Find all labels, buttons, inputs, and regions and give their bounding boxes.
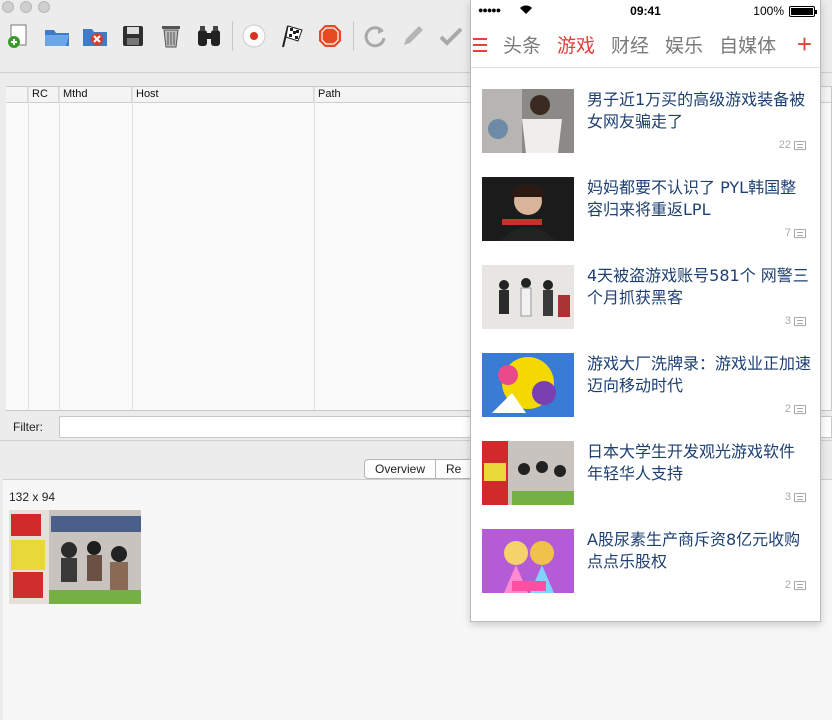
comment-count: 22 (779, 139, 806, 151)
news-title: 男子近1万买的高级游戏装备被女网友骗走了 (587, 90, 806, 131)
open-button[interactable] (42, 21, 72, 51)
minimize-window-button[interactable] (20, 1, 32, 13)
filter-label: Filter: (13, 420, 43, 434)
comment-count: 7 (785, 227, 806, 239)
list-item[interactable]: 日本大学生开发观光游戏软件 年轻华人支持 3 (471, 421, 820, 509)
comment-icon (794, 316, 806, 326)
status-bar: ●●●●● 09:41 100% (471, 0, 820, 22)
news-thumbnail (482, 89, 574, 153)
record-button[interactable] (239, 21, 269, 51)
menu-icon[interactable] (471, 34, 491, 56)
column-header-host[interactable]: Host (132, 87, 314, 102)
battery-percent: 100% (753, 4, 784, 18)
delete-button[interactable] (80, 21, 110, 51)
news-thumbnail (482, 529, 574, 593)
comment-count-value: 3 (784, 491, 791, 503)
channel-tabs: 头条 游戏 财经 娱乐 自媒体 (503, 22, 790, 67)
delete-icon (83, 29, 107, 46)
news-title: 游戏大厂洗牌录：游戏业正加速迈向移动时代 (587, 354, 812, 395)
comment-count: 3 (785, 315, 806, 327)
stop-button[interactable] (315, 21, 345, 51)
news-feed: 男子近1万买的高级游戏装备被女网友骗走了 22 妈妈都要不认识了 PYL韩国整容… (471, 69, 820, 597)
list-item[interactable]: 妈妈都要不认识了 PYL韩国整容归来将重返LPL 7 (471, 157, 820, 245)
window-controls (2, 1, 50, 13)
column-divider (28, 87, 29, 410)
comment-count-value: 7 (784, 227, 791, 239)
comment-icon (794, 140, 806, 150)
trash-button[interactable] (156, 21, 186, 51)
toolbar-separator (232, 21, 233, 51)
save-icon (123, 26, 143, 46)
column-header-rc[interactable]: RC (28, 87, 59, 102)
list-item[interactable]: 4天被盗游戏账号581个 网警三个月抓获黑客 3 (471, 245, 820, 333)
zoom-window-button[interactable] (38, 1, 50, 13)
news-thumbnail (482, 265, 574, 329)
refresh-button[interactable] (360, 21, 390, 51)
news-thumbnail (482, 353, 574, 417)
tab-headlines[interactable]: 头条 (503, 31, 541, 58)
list-item[interactable]: A股尿素生产商斥资8亿元收购点点乐股权 2 (471, 509, 820, 597)
news-title: 日本大学生开发观光游戏软件 年轻华人支持 (587, 442, 796, 483)
column-divider (314, 87, 315, 410)
phone-screen: ●●●●● 09:41 100% 头条 游戏 财经 娱乐 自媒体 + 男子近1万… (470, 0, 821, 622)
save-button[interactable] (118, 21, 148, 51)
column-divider (59, 87, 60, 410)
tab-games[interactable]: 游戏 (557, 31, 595, 58)
list-item[interactable]: 游戏大厂洗牌录：游戏业正加速迈向移动时代 2 (471, 333, 820, 421)
comment-count-value: 2 (784, 403, 791, 415)
comment-count: 2 (785, 579, 806, 591)
column-header-method[interactable]: Mthd (59, 87, 132, 102)
tab-request[interactable]: Re (435, 459, 472, 479)
breakpoint-button[interactable] (277, 21, 307, 51)
comment-icon (794, 580, 806, 590)
comment-count: 3 (785, 491, 806, 503)
comment-count-value: 2 (784, 579, 791, 591)
checkmark-icon (439, 27, 463, 46)
news-thumbnail (482, 177, 574, 241)
add-icon (8, 24, 27, 48)
column-divider (132, 87, 133, 410)
tab-overview[interactable]: Overview (364, 459, 436, 479)
preview-image (9, 510, 141, 604)
column-header-path[interactable]: Path (314, 87, 474, 102)
comment-icon (794, 492, 806, 502)
battery-icon (789, 6, 817, 17)
pencil-icon (404, 26, 423, 45)
tab-finance[interactable]: 财经 (611, 31, 649, 58)
comment-count-value: 3 (784, 315, 791, 327)
news-title: A股尿素生产商斥资8亿元收购点点乐股权 (587, 530, 801, 571)
checkered-flag-icon (282, 25, 303, 48)
refresh-icon (364, 26, 386, 48)
tab-entertainment[interactable]: 娱乐 (665, 31, 703, 58)
comment-count: 2 (785, 403, 806, 415)
comment-icon (794, 228, 806, 238)
column-header-blank (6, 87, 28, 102)
toolbar-separator (353, 21, 354, 51)
news-thumbnail (482, 441, 574, 505)
close-window-button[interactable] (2, 1, 14, 13)
tab-self-media[interactable]: 自媒体 (719, 31, 776, 58)
comment-count-value: 22 (778, 139, 791, 151)
add-button[interactable] (4, 21, 34, 51)
open-folder-icon (45, 30, 69, 46)
stop-icon (319, 25, 341, 47)
find-button[interactable] (194, 21, 224, 51)
trash-icon (162, 26, 180, 48)
commit-button[interactable] (436, 21, 466, 51)
binoculars-icon (198, 26, 220, 46)
comment-icon (794, 404, 806, 414)
record-icon (242, 24, 266, 48)
list-item[interactable]: 男子近1万买的高级游戏装备被女网友骗走了 22 (471, 69, 820, 157)
inspector-tabs: Overview Re (364, 459, 472, 479)
channel-nav: 头条 游戏 财经 娱乐 自媒体 + (471, 22, 820, 68)
news-title: 4天被盗游戏账号581个 网警三个月抓获黑客 (587, 266, 809, 307)
news-title: 妈妈都要不认识了 PYL韩国整容归来将重返LPL (587, 178, 797, 219)
add-channel-button[interactable]: + (797, 30, 812, 58)
edit-button[interactable] (398, 21, 428, 51)
image-dimensions: 132 x 94 (9, 490, 56, 504)
